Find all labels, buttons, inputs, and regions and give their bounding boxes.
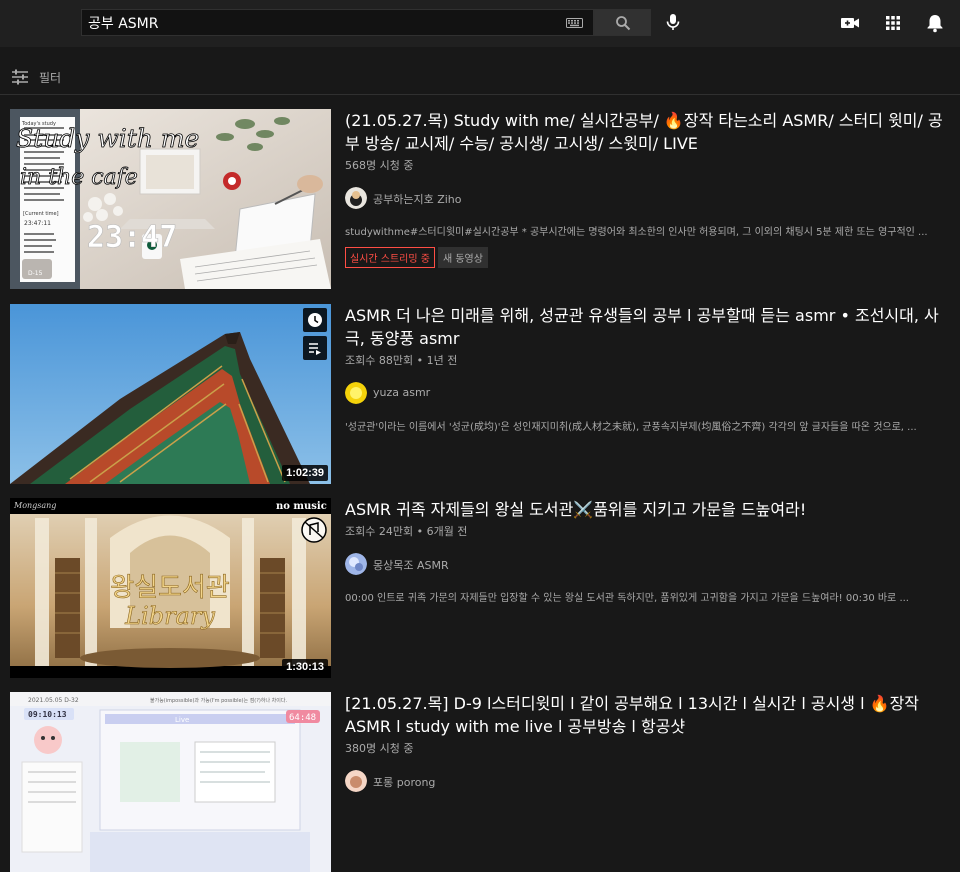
video-thumbnail[interactable]: 1:02:39 [10, 304, 331, 484]
thumb-dday: D-15 [28, 270, 43, 277]
top-bar [0, 0, 960, 47]
video-title[interactable]: [21.05.27.목] D-9 l스터디윗미 l 같이 공부해요 l 13시간… [345, 692, 950, 738]
thumb-no-music-label: no music [276, 501, 327, 512]
search-box[interactable] [81, 9, 594, 36]
video-thumbnail[interactable]: 2021.05.05 D-32 불가능(impossible)과 가능(I'm … [10, 692, 331, 872]
channel-name[interactable]: yuza asmr [373, 386, 430, 399]
thumb-live-label: Live [175, 716, 189, 724]
video-title[interactable]: ASMR 더 나은 미래를 위해, 성균관 유생들의 공부 l 공부할때 듣는 … [345, 304, 950, 350]
thumb-time-value: 23:47:11 [24, 220, 51, 227]
create-video-icon[interactable] [839, 12, 861, 34]
thumb-today-label: Today's study [21, 121, 56, 127]
channel-avatar[interactable] [345, 382, 367, 404]
video-meta: 568명 시청 중 [345, 159, 414, 172]
search-input[interactable] [88, 10, 558, 35]
video-duration: 1:02:39 [282, 465, 328, 481]
clock-icon [308, 313, 322, 327]
thumb-title-english: Library [124, 602, 215, 630]
video-info: (21.05.27.목) Study with me/ 실시간공부/ 🔥장작 타… [345, 109, 950, 268]
thumbnail-palace-roof [10, 304, 331, 484]
video-result[interactable]: Mongsang no music 왕실도서관 Library 1:30:13 … [10, 498, 950, 678]
channel-name[interactable]: 몽상목조 ASMR [373, 557, 449, 573]
thumbnail-cafe-desk: [Current time] 23:47:11 D-15 Study with … [10, 109, 331, 289]
notifications-bell-icon[interactable] [924, 12, 946, 34]
channel-avatar[interactable] [345, 770, 367, 792]
apps-icon[interactable] [882, 12, 904, 34]
channel-row[interactable]: yuza asmr [345, 382, 950, 406]
video-title[interactable]: ASMR 귀족 자제들의 왕실 도서관⚔️품위를 지키고 가문을 드높여라! [345, 498, 950, 521]
keyboard-icon[interactable] [566, 18, 583, 28]
thumbnail-study-desk-overhead: 2021.05.05 D-32 불가능(impossible)과 가능(I'm … [10, 692, 331, 872]
badge-row: 실시간 스트리밍 중새 동영상 [345, 247, 950, 268]
channel-row[interactable]: 몽상목조 ASMR [345, 553, 950, 577]
video-thumbnail[interactable]: Mongsang no music 왕실도서관 Library 1:30:13 [10, 498, 331, 678]
video-meta: 조회수 24만회 • 6개월 전 [345, 525, 468, 538]
channel-row[interactable]: 공부하는지호 Ziho [345, 187, 950, 211]
thumb-current-time-label: [Current time] [23, 211, 59, 217]
channel-row[interactable]: 포롱 porong [345, 770, 950, 794]
video-meta: 380명 시청 중 [345, 742, 414, 755]
video-result[interactable]: [Current time] 23:47:11 D-15 Study with … [10, 109, 950, 289]
channel-avatar[interactable] [345, 553, 367, 575]
channel-avatar[interactable] [345, 187, 367, 209]
channel-name[interactable]: 공부하는지호 Ziho [373, 191, 462, 207]
filter-icon[interactable] [11, 69, 29, 85]
filter-bar: 필터 [0, 47, 960, 95]
video-description: studywithme#스터디윗미#실시간공부 * 공부시간에는 명령어와 최소… [345, 227, 928, 238]
video-info: ASMR 귀족 자제들의 왕실 도서관⚔️품위를 지키고 가문을 드높여라! 조… [345, 498, 950, 604]
video-description: 00:00 인트로 귀족 가문의 자제들만 입장할 수 있는 왕실 도서관 독하… [345, 593, 909, 604]
thumb-caption: 불가능(impossible)과 가능(I'm possible)는 점(?)하… [150, 697, 287, 704]
live-badge: 실시간 스트리밍 중 [345, 247, 435, 268]
thumb-date: 2021.05.05 D-32 [28, 697, 79, 704]
thumb-clock: 09:10:13 [28, 710, 67, 719]
video-meta: 조회수 88만회 • 1년 전 [345, 354, 458, 367]
new-badge: 새 동영상 [437, 247, 488, 268]
video-thumbnail[interactable]: [Current time] 23:47:11 D-15 Study with … [10, 109, 331, 289]
thumb-channel-watermark: Mongsang [13, 501, 56, 510]
thumb-clock: 23:47 [87, 220, 177, 255]
video-duration: 1:30:13 [282, 659, 328, 675]
video-result[interactable]: 2021.05.05 D-32 불가능(impossible)과 가능(I'm … [10, 692, 950, 872]
video-info: ASMR 더 나은 미래를 위해, 성균관 유생들의 공부 l 공부할때 듣는 … [345, 304, 950, 433]
thumb-timer: 64:48 [289, 713, 316, 723]
thumb-title-line2: in the cafe [20, 165, 138, 190]
queue-icon [309, 343, 321, 355]
watch-later-button[interactable] [303, 308, 327, 332]
search-icon [616, 16, 631, 31]
video-description: '성균관'이라는 이름에서 '성균(成均)'은 성인재지미취(成人材之未就), … [345, 422, 917, 433]
thumb-title-korean: 왕실도서관 [110, 573, 230, 603]
filter-label[interactable]: 필터 [39, 69, 61, 86]
video-title[interactable]: (21.05.27.목) Study with me/ 실시간공부/ 🔥장작 타… [345, 109, 950, 155]
microphone-icon[interactable] [662, 11, 684, 33]
thumb-title-line1: Study with me [16, 124, 199, 153]
thumbnail-royal-library: Mongsang no music 왕실도서관 Library [10, 498, 331, 678]
add-to-queue-button[interactable] [303, 336, 327, 360]
search-button[interactable] [594, 9, 651, 36]
channel-name[interactable]: 포롱 porong [373, 774, 435, 790]
video-result[interactable]: 1:02:39 ASMR 더 나은 미래를 위해, 성균관 유생들의 공부 l … [10, 304, 950, 484]
video-info: [21.05.27.목] D-9 l스터디윗미 l 같이 공부해요 l 13시간… [345, 692, 950, 794]
